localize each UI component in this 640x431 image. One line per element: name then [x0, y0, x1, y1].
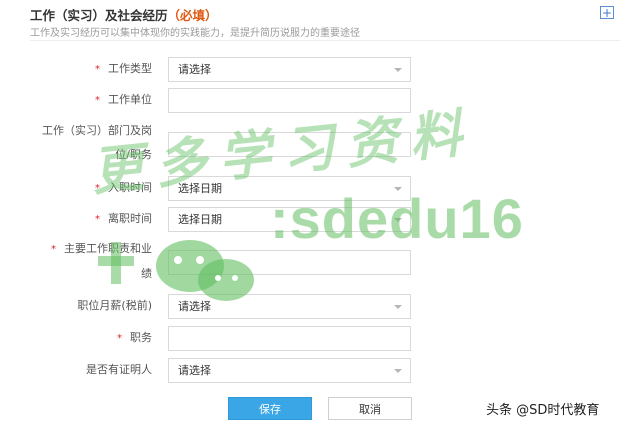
reference-label: 是否有证明人 [86, 363, 152, 376]
brand-watermark: 头条 @SD时代教育 [486, 403, 600, 418]
required-star: * [117, 333, 122, 344]
chevron-down-icon [394, 68, 402, 72]
department-input[interactable] [168, 132, 411, 157]
position-label: * 职务 [117, 331, 152, 344]
end-date-select[interactable]: 选择日期 [168, 207, 411, 232]
required-tag: （必填） [167, 8, 218, 23]
required-star: * [51, 244, 56, 255]
divider [30, 40, 620, 41]
salary-value: 请选择 [178, 300, 211, 313]
end-date-label: * 离职时间 [95, 212, 152, 225]
employer-input[interactable] [168, 88, 411, 113]
start-date-select[interactable]: 选择日期 [168, 176, 411, 201]
required-star: * [95, 214, 100, 225]
end-date-value: 选择日期 [178, 213, 222, 226]
required-star: * [95, 64, 100, 75]
responsibilities-label: * 主要工作职责和业 绩 [51, 242, 152, 280]
add-entry-button[interactable]: + [600, 6, 614, 19]
chevron-down-icon [394, 187, 402, 191]
reference-value: 请选择 [178, 364, 211, 377]
work-type-value: 请选择 [178, 63, 211, 76]
chevron-down-icon [394, 305, 402, 309]
responsibilities-input[interactable] [168, 250, 411, 275]
salary-select[interactable]: 请选择 [168, 294, 411, 319]
position-input[interactable] [168, 326, 411, 351]
start-date-label: * 入职时间 [95, 181, 152, 194]
reference-select[interactable]: 请选择 [168, 358, 411, 383]
section-subtitle: 工作及实习经历可以集中体现你的实践能力，是提升简历说服力的重要途径 [30, 28, 360, 39]
cancel-button[interactable]: 取消 [328, 397, 412, 420]
chevron-down-icon [394, 218, 402, 222]
section-title: 工作（实习）及社会经历（必填） [30, 5, 218, 24]
work-type-label: * 工作类型 [95, 62, 152, 75]
required-star: * [95, 183, 100, 194]
work-type-select[interactable]: 请选择 [168, 57, 411, 82]
chevron-down-icon [394, 369, 402, 373]
employer-label: * 工作单位 [95, 93, 152, 106]
section-title-text: 工作（实习）及社会经历 [30, 8, 168, 23]
salary-label: 职位月薪(税前) [77, 299, 152, 312]
start-date-value: 选择日期 [178, 182, 222, 195]
required-star: * [95, 95, 100, 106]
department-label: 工作（实习）部门及岗 位/职务 [42, 124, 152, 161]
save-button[interactable]: 保存 [228, 397, 312, 420]
